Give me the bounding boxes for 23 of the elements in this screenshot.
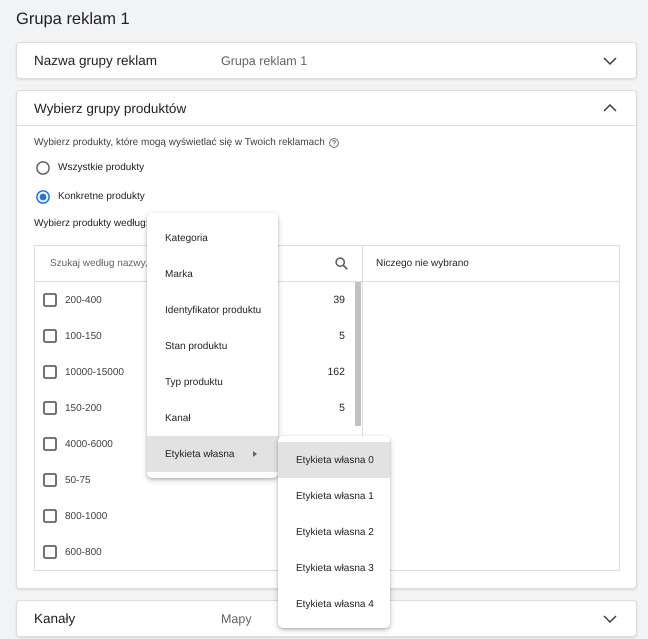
item-count: 162 bbox=[327, 366, 345, 378]
radio-label: Konkretne produkty bbox=[58, 191, 145, 202]
section-title: Wybierz grupy produktów bbox=[34, 100, 186, 116]
empty-selection-text: Niczego nie wybrano bbox=[376, 258, 469, 269]
section-title: Kanały bbox=[34, 610, 76, 626]
item-label: 600-800 bbox=[65, 546, 102, 558]
item-label: 800-1000 bbox=[65, 510, 108, 522]
select-by-label: Wybierz produkty według: bbox=[34, 217, 148, 231]
item-count: 5 bbox=[339, 402, 345, 414]
item-label: 150-200 bbox=[65, 402, 102, 414]
item-label: 100-150 bbox=[65, 330, 102, 342]
item-label: 4000-6000 bbox=[65, 438, 113, 450]
description-text: Wybierz produkty, które mogą wyświetlać się w Twoich reklamach bbox=[34, 136, 325, 150]
page-title: Grupa reklam 1 bbox=[16, 9, 130, 30]
section-value: Mapy bbox=[221, 612, 252, 626]
item-label: 10000-15000 bbox=[65, 366, 124, 378]
item-count: 39 bbox=[333, 294, 345, 306]
item-label: 200-400 bbox=[65, 294, 102, 306]
item-count: 5 bbox=[339, 330, 345, 342]
item-label: 50-75 bbox=[65, 474, 91, 486]
section-title: Nazwa grupy reklam bbox=[34, 52, 158, 68]
section-value: Grupa reklam 1 bbox=[221, 54, 308, 68]
radio-label: Wszystkie produkty bbox=[58, 162, 144, 173]
